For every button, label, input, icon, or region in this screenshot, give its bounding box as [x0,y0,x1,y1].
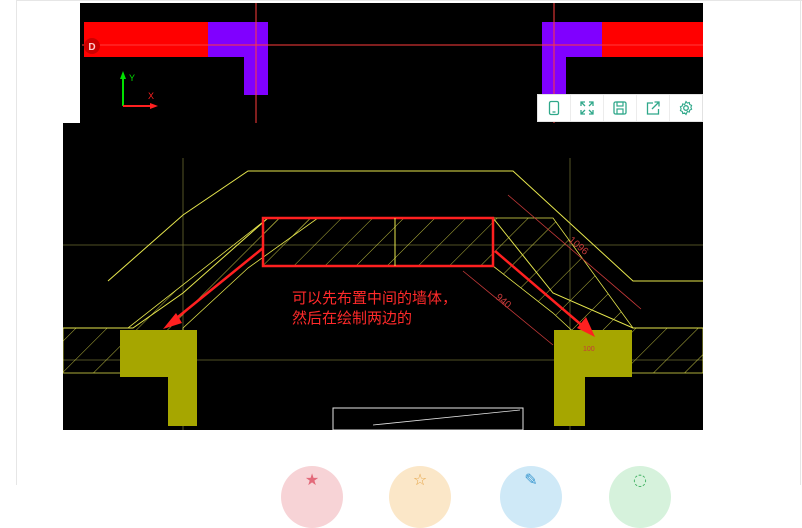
ucs-axis-icon: Y X [120,71,158,109]
tablet-view-button[interactable] [538,95,571,121]
cad-viewport-main[interactable]: 1096 940 100 可以先布置中间的墙体， 然后在绘制两边的 [63,123,703,430]
fullscreen-button[interactable] [571,95,604,121]
save-button[interactable] [604,95,637,121]
right-border [800,0,801,485]
wall-purple-left [208,22,268,57]
star-icon: ★ [304,470,320,489]
axis-y-label: Y [129,73,135,83]
annotation-line1: 可以先布置中间的墙体， [292,289,457,307]
cad-drawing-main: 1096 940 100 可以先布置中间的墙体， 然后在绘制两边的 [63,158,703,430]
share-button[interactable] [637,95,670,121]
bottom-star-button[interactable]: ★ [281,466,343,528]
gear-icon [679,100,693,116]
bottom-favorite-button[interactable]: ☆ [389,466,451,528]
bottom-edit-button[interactable]: ✎ [500,466,562,528]
d-badge: D [88,42,95,53]
dim-label-mid: 940 [493,292,513,311]
favorite-icon: ☆ [412,470,428,489]
wall-red-left [84,22,208,57]
tablet-icon [548,100,560,116]
wall-red-right [601,22,703,57]
top-border [16,0,802,1]
chat-icon: ◌ [633,470,647,489]
door-swing [372,409,521,426]
bottom-chat-button[interactable]: ◌ [609,466,671,528]
share-icon [646,101,660,115]
save-icon [613,101,627,115]
wall-purple-right [542,22,602,57]
edit-icon: ✎ [524,470,538,489]
viewer-toolbar [537,94,703,122]
column-right [554,330,632,426]
column-left [120,330,197,426]
annotation-line2: 然后在绘制两边的 [292,309,412,327]
left-border [16,0,17,485]
settings-button[interactable] [670,95,702,121]
wall-band-center [262,217,494,267]
fullscreen-icon [580,101,594,115]
axis-x-label: X [148,91,154,101]
dim-label-small: 100 [583,346,595,353]
